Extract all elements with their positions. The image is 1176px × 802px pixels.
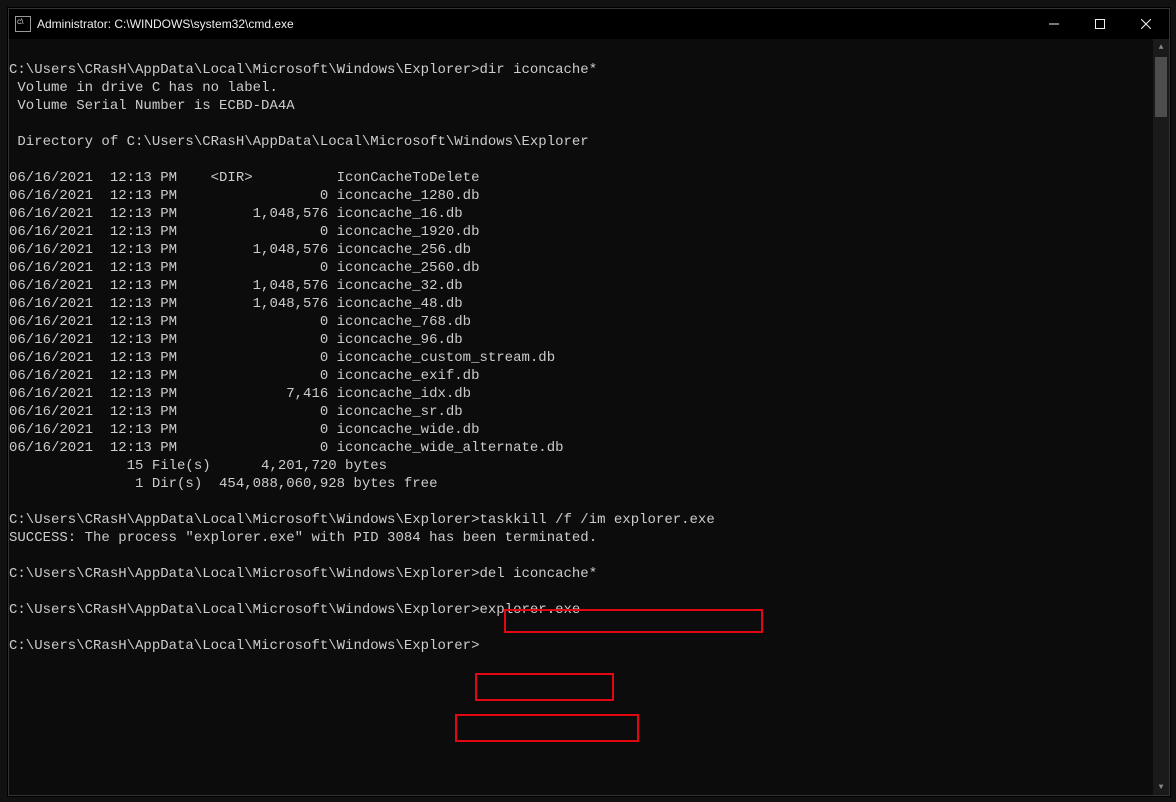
window-title: Administrator: C:\WINDOWS\system32\cmd.e… bbox=[37, 17, 294, 31]
scroll-down-arrow-icon[interactable]: ▼ bbox=[1153, 779, 1169, 795]
dir-row: 06/16/2021 12:13 PM 0 iconcache_96.db bbox=[9, 332, 463, 348]
maximize-button[interactable] bbox=[1077, 9, 1123, 39]
prompt-line: C:\Users\CRasH\AppData\Local\Microsoft\W… bbox=[9, 566, 597, 582]
prompt-line: C:\Users\CRasH\AppData\Local\Microsoft\W… bbox=[9, 62, 597, 78]
taskkill-result: SUCCESS: The process "explorer.exe" with… bbox=[9, 530, 597, 546]
dir-row: 06/16/2021 12:13 PM 1,048,576 iconcache_… bbox=[9, 296, 463, 312]
dir-row: 06/16/2021 12:13 PM 0 iconcache_custom_s… bbox=[9, 350, 555, 366]
volume-serial-line: Volume Serial Number is ECBD-DA4A bbox=[9, 98, 295, 114]
dir-row: 06/16/2021 12:13 PM 7,416 iconcache_idx.… bbox=[9, 386, 471, 402]
dir-row: 06/16/2021 12:13 PM 0 iconcache_wide.db bbox=[9, 422, 479, 438]
dir-row: 06/16/2021 12:13 PM 0 iconcache_1920.db bbox=[9, 224, 479, 240]
scroll-thumb[interactable] bbox=[1155, 57, 1167, 117]
client-wrap: C:\Users\CRasH\AppData\Local\Microsoft\W… bbox=[9, 39, 1169, 795]
dir-row: 06/16/2021 12:13 PM 0 iconcache_1280.db bbox=[9, 188, 479, 204]
terminal-output[interactable]: C:\Users\CRasH\AppData\Local\Microsoft\W… bbox=[9, 43, 1151, 655]
minimize-button[interactable] bbox=[1031, 9, 1077, 39]
window-controls bbox=[1031, 9, 1169, 39]
directory-of-line: Directory of C:\Users\CRasH\AppData\Loca… bbox=[9, 134, 589, 150]
volume-line: Volume in drive C has no label. bbox=[9, 80, 278, 96]
prompt-line: C:\Users\CRasH\AppData\Local\Microsoft\W… bbox=[9, 512, 715, 528]
prompt-line: C:\Users\CRasH\AppData\Local\Microsoft\W… bbox=[9, 602, 580, 618]
vertical-scrollbar[interactable]: ▲ ▼ bbox=[1153, 39, 1169, 795]
titlebar[interactable]: c:\ Administrator: C:\WINDOWS\system32\c… bbox=[9, 9, 1169, 39]
dir-row: 06/16/2021 12:13 PM 0 iconcache_wide_alt… bbox=[9, 440, 564, 456]
dir-row: 06/16/2021 12:13 PM 1,048,576 iconcache_… bbox=[9, 278, 463, 294]
titlebar-left: c:\ Administrator: C:\WINDOWS\system32\c… bbox=[9, 16, 294, 32]
scroll-up-arrow-icon[interactable]: ▲ bbox=[1153, 39, 1169, 55]
cmd-icon: c:\ bbox=[15, 16, 31, 32]
dir-summary-files: 15 File(s) 4,201,720 bytes bbox=[9, 458, 387, 474]
close-button[interactable] bbox=[1123, 9, 1169, 39]
dir-row: 06/16/2021 12:13 PM 0 iconcache_2560.db bbox=[9, 260, 479, 276]
dir-row: 06/16/2021 12:13 PM 0 iconcache_sr.db bbox=[9, 404, 463, 420]
cmd-window: c:\ Administrator: C:\WINDOWS\system32\c… bbox=[8, 8, 1170, 796]
prompt-line[interactable]: C:\Users\CRasH\AppData\Local\Microsoft\W… bbox=[9, 638, 479, 654]
dir-row: 06/16/2021 12:13 PM 1,048,576 iconcache_… bbox=[9, 242, 471, 258]
dir-row: 06/16/2021 12:13 PM 0 iconcache_768.db bbox=[9, 314, 471, 330]
terminal-client-area[interactable]: C:\Users\CRasH\AppData\Local\Microsoft\W… bbox=[9, 39, 1153, 795]
dir-summary-dirs: 1 Dir(s) 454,088,060,928 bytes free bbox=[9, 476, 437, 492]
dir-row: 06/16/2021 12:13 PM 0 iconcache_exif.db bbox=[9, 368, 479, 384]
dir-row: 06/16/2021 12:13 PM <DIR> IconCacheToDel… bbox=[9, 170, 479, 186]
dir-row: 06/16/2021 12:13 PM 1,048,576 iconcache_… bbox=[9, 206, 463, 222]
